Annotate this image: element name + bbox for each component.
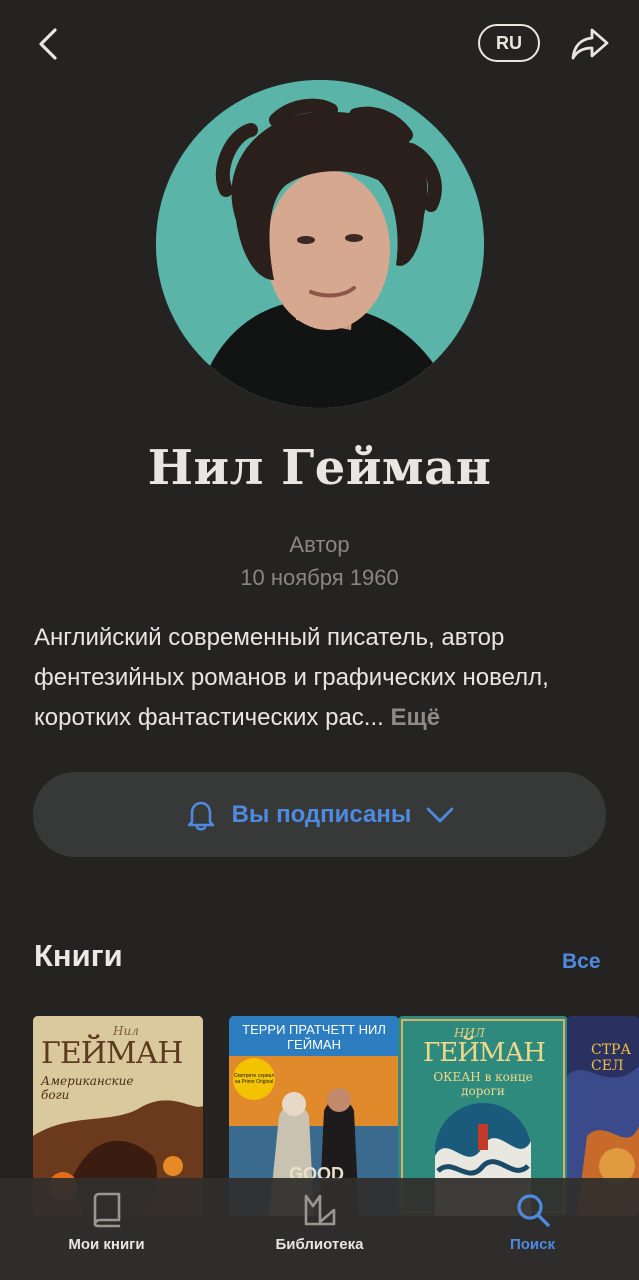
share-button[interactable]: [568, 24, 612, 64]
nav-my-books[interactable]: Мои книги: [0, 1178, 213, 1280]
book-author: ГЕЙМАН: [423, 1038, 546, 1068]
chevron-down-icon: [427, 807, 454, 822]
subscribe-button[interactable]: Вы подписаны: [33, 772, 606, 857]
back-button[interactable]: [28, 24, 68, 64]
chevron-left-icon: [39, 28, 57, 60]
library-icon: [304, 1194, 335, 1226]
author-name: Нил Гейман: [147, 440, 492, 496]
book-title: ОКЕАН в конце дороги: [433, 1070, 533, 1098]
search-icon: [516, 1194, 550, 1227]
subscribe-label: Вы подписаны: [231, 800, 412, 828]
author-birth-date: 10 ноября 1960: [240, 565, 399, 590]
nav-label: Поиск: [509, 1236, 555, 1253]
nav-search[interactable]: Поиск: [426, 1178, 639, 1280]
nav-library[interactable]: Библиотека: [213, 1178, 426, 1280]
book-icon: [93, 1192, 120, 1228]
book-title: СТРА СЕЛ: [591, 1042, 632, 1074]
nav-label: Библиотека: [275, 1236, 364, 1253]
author-bio: Английский современный писатель, автор ф…: [34, 618, 609, 738]
books-section-title: Книги: [34, 938, 123, 973]
language-switch[interactable]: RU: [478, 24, 540, 62]
book-author: ГЕЙМАН: [41, 1036, 184, 1071]
author-bio-text: Английский современный писатель, автор ф…: [34, 624, 549, 731]
author-role: Автор: [289, 532, 350, 557]
author-avatar: [156, 80, 484, 408]
book-badge: Смотрите сериал на Prime Original: [233, 1058, 275, 1100]
book-title: Американские боги: [41, 1074, 134, 1102]
book-author: ТЕРРИ ПРАТЧЕТТ НИЛ ГЕЙМАН: [242, 1022, 386, 1052]
bottom-navigation: Мои книги Библиотека Поиск: [0, 1178, 639, 1280]
share-arrow-icon: [571, 28, 609, 60]
bell-icon: [187, 801, 214, 831]
language-label: RU: [496, 32, 522, 53]
books-all-link[interactable]: Все: [562, 950, 601, 974]
bio-more-link[interactable]: Ещё: [390, 704, 440, 731]
nav-label: Мои книги: [68, 1236, 145, 1253]
